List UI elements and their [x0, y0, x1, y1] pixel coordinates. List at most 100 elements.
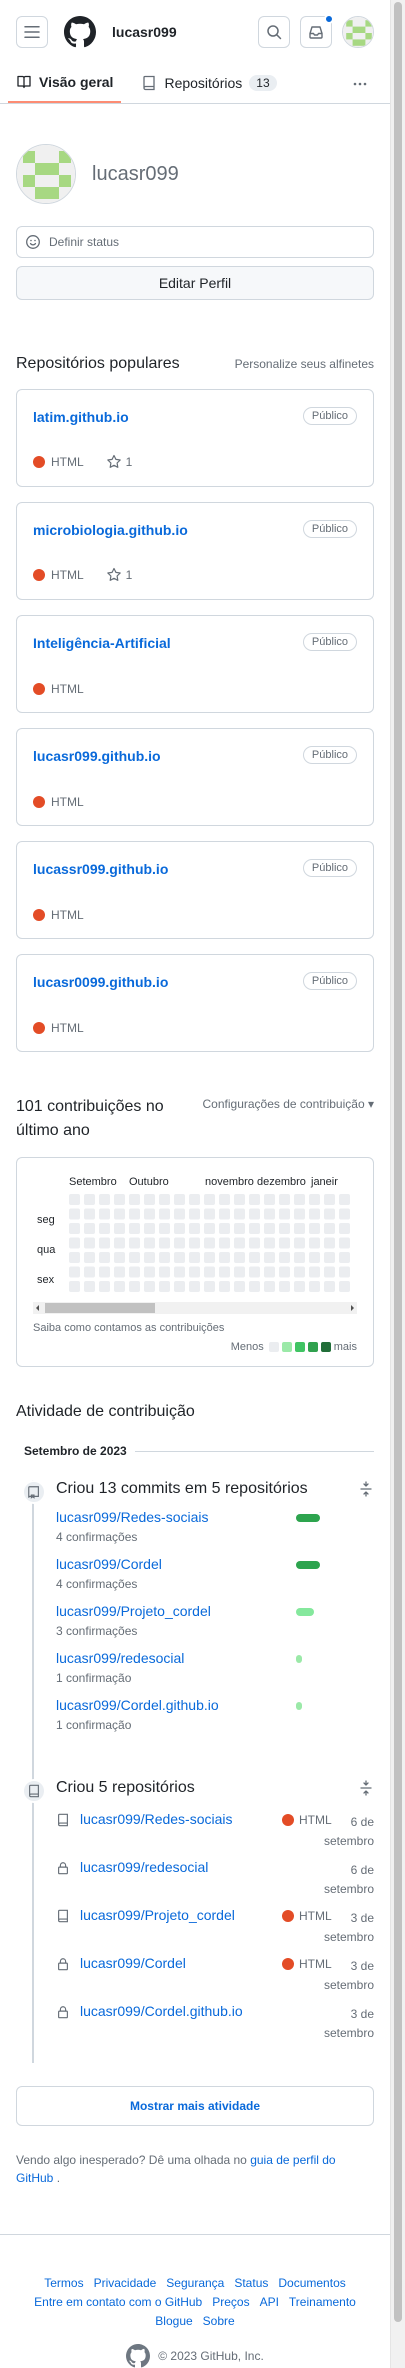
contribution-day-cell[interactable]: [279, 1266, 290, 1278]
commit-repo-link[interactable]: lucasr099/Cordel.github.io: [56, 1697, 374, 1713]
contribution-day-cell[interactable]: [189, 1208, 200, 1220]
learn-contributions-link[interactable]: Saiba como contamos as contribuições: [33, 1322, 224, 1334]
contribution-day-cell[interactable]: [219, 1237, 230, 1249]
contribution-day-cell[interactable]: [69, 1266, 80, 1278]
contribution-day-cell[interactable]: [204, 1281, 215, 1292]
contribution-day-cell[interactable]: [339, 1194, 350, 1205]
contribution-day-cell[interactable]: [279, 1252, 290, 1263]
contribution-day-cell[interactable]: [189, 1194, 200, 1205]
contribution-day-cell[interactable]: [264, 1266, 275, 1278]
contribution-day-cell[interactable]: [249, 1237, 260, 1249]
contribution-day-cell[interactable]: [294, 1252, 305, 1263]
contribution-day-cell[interactable]: [339, 1281, 350, 1292]
commit-count-link[interactable]: 4 confirmações: [56, 1577, 374, 1591]
contribution-day-cell[interactable]: [159, 1266, 170, 1278]
contribution-day-cell[interactable]: [174, 1208, 185, 1220]
contribution-day-cell[interactable]: [294, 1208, 305, 1220]
contribution-day-cell[interactable]: [159, 1223, 170, 1234]
footer-link[interactable]: Privacidade: [94, 2275, 157, 2292]
contribution-day-cell[interactable]: [99, 1281, 110, 1292]
contribution-day-cell[interactable]: [114, 1237, 125, 1249]
created-repo-link[interactable]: lucasr099/Cordel: [80, 1955, 186, 1971]
contribution-day-cell[interactable]: [219, 1208, 230, 1220]
created-repo-link[interactable]: lucasr099/Redes-sociais: [80, 1811, 233, 1827]
page-scrollbar[interactable]: [390, 0, 405, 2368]
contribution-day-cell[interactable]: [279, 1223, 290, 1234]
contribution-day-cell[interactable]: [294, 1223, 305, 1234]
scroll-right-icon[interactable]: [348, 1304, 356, 1312]
show-more-activity-button[interactable]: Mostrar mais atividade: [16, 2086, 374, 2126]
contribution-day-cell[interactable]: [324, 1194, 335, 1205]
contribution-day-cell[interactable]: [204, 1266, 215, 1278]
contribution-day-cell[interactable]: [114, 1281, 125, 1292]
contribution-day-cell[interactable]: [264, 1252, 275, 1263]
github-mark-icon[interactable]: [126, 2344, 151, 2368]
contribution-day-cell[interactable]: [309, 1281, 320, 1292]
edit-profile-button[interactable]: Editar Perfil: [16, 266, 374, 300]
contribution-day-cell[interactable]: [324, 1223, 335, 1234]
contribution-day-cell[interactable]: [144, 1223, 155, 1234]
contribution-day-cell[interactable]: [129, 1223, 140, 1234]
commit-repo-link[interactable]: lucasr099/Redes-sociais: [56, 1509, 374, 1525]
contribution-day-cell[interactable]: [324, 1266, 335, 1278]
contribution-settings-dropdown[interactable]: Configurações de contribuição ▾: [203, 1097, 374, 1111]
contribution-day-cell[interactable]: [99, 1237, 110, 1249]
contribution-day-cell[interactable]: [219, 1252, 230, 1263]
created-repo-link[interactable]: lucasr099/redesocial: [80, 1859, 208, 1875]
contribution-day-cell[interactable]: [69, 1237, 80, 1249]
contribution-day-cell[interactable]: [189, 1252, 200, 1263]
contribution-day-cell[interactable]: [294, 1281, 305, 1292]
contribution-day-cell[interactable]: [219, 1281, 230, 1292]
created-repo-link[interactable]: lucasr099/Cordel.github.io: [80, 2003, 243, 2019]
contribution-day-cell[interactable]: [294, 1266, 305, 1278]
contribution-day-cell[interactable]: [189, 1237, 200, 1249]
contribution-day-cell[interactable]: [264, 1237, 275, 1249]
set-status-button[interactable]: Definir status: [16, 226, 374, 258]
contribution-day-cell[interactable]: [174, 1252, 185, 1263]
contribution-day-cell[interactable]: [264, 1194, 275, 1205]
github-logo-icon[interactable]: [64, 16, 96, 48]
contribution-day-cell[interactable]: [144, 1266, 155, 1278]
more-tabs-button[interactable]: [346, 70, 374, 98]
footer-link[interactable]: Termos: [44, 2275, 83, 2292]
contribution-day-cell[interactable]: [339, 1223, 350, 1234]
contribution-day-cell[interactable]: [174, 1266, 185, 1278]
footer-link[interactable]: Entre em contato com o GitHub: [34, 2294, 202, 2311]
contribution-day-cell[interactable]: [84, 1281, 95, 1292]
contribution-day-cell[interactable]: [264, 1281, 275, 1292]
tab-overview[interactable]: Visão geral: [8, 63, 122, 103]
contribution-day-cell[interactable]: [234, 1252, 245, 1263]
contribution-day-cell[interactable]: [144, 1281, 155, 1292]
contribution-day-cell[interactable]: [84, 1194, 95, 1205]
contribution-day-cell[interactable]: [249, 1252, 260, 1263]
contribution-day-cell[interactable]: [234, 1194, 245, 1205]
contribution-day-cell[interactable]: [234, 1237, 245, 1249]
notifications-button[interactable]: [300, 14, 334, 48]
customize-pins-link[interactable]: Personalize seus alfinetes: [235, 357, 374, 371]
contribution-day-cell[interactable]: [114, 1252, 125, 1263]
contribution-day-cell[interactable]: [204, 1252, 215, 1263]
contribution-day-cell[interactable]: [234, 1208, 245, 1220]
contribution-day-cell[interactable]: [204, 1237, 215, 1249]
contribution-day-cell[interactable]: [114, 1194, 125, 1205]
contribution-day-cell[interactable]: [99, 1252, 110, 1263]
contribution-day-cell[interactable]: [309, 1194, 320, 1205]
commit-count-link[interactable]: 3 confirmações: [56, 1624, 374, 1638]
commit-count-link[interactable]: 4 confirmações: [56, 1530, 374, 1544]
contribution-day-cell[interactable]: [99, 1194, 110, 1205]
contribution-day-cell[interactable]: [69, 1208, 80, 1220]
contribution-day-cell[interactable]: [69, 1252, 80, 1263]
commit-count-link[interactable]: 1 confirmação: [56, 1718, 374, 1732]
contribution-day-cell[interactable]: [339, 1237, 350, 1249]
contribution-day-cell[interactable]: [159, 1194, 170, 1205]
contribution-day-cell[interactable]: [174, 1237, 185, 1249]
contribution-day-cell[interactable]: [114, 1266, 125, 1278]
contribution-day-cell[interactable]: [129, 1237, 140, 1249]
contribution-day-cell[interactable]: [309, 1223, 320, 1234]
commit-repo-link[interactable]: lucasr099/Projeto_cordel: [56, 1603, 374, 1619]
user-avatar-button[interactable]: [342, 16, 374, 48]
contribution-day-cell[interactable]: [174, 1223, 185, 1234]
contribution-day-cell[interactable]: [129, 1252, 140, 1263]
contribution-day-cell[interactable]: [99, 1208, 110, 1220]
collapse-icon[interactable]: [358, 1481, 374, 1497]
